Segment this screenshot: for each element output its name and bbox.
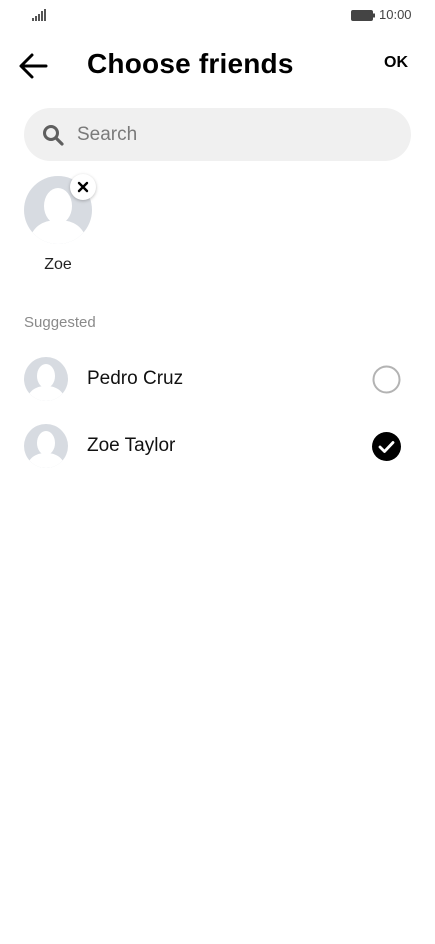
avatar [24,424,68,468]
battery-icon [351,10,375,21]
status-time: 10:00 [379,7,412,22]
search-input[interactable] [77,118,387,151]
friend-row-pedro-cruz[interactable]: Pedro Cruz [0,349,435,409]
ok-button[interactable]: OK [374,54,418,78]
status-bar: 10:00 [0,0,435,30]
signal-bars-icon [32,9,46,21]
section-label-suggested: Suggested [24,314,96,331]
friend-name: Pedro Cruz [87,368,184,389]
back-button[interactable] [14,50,54,82]
close-icon [77,181,89,193]
avatar [24,357,68,401]
search-bar[interactable] [24,108,411,161]
unchecked-radio-icon[interactable] [372,365,401,394]
checkmark-icon[interactable] [372,432,401,461]
selected-friend-name: Zoe [44,256,72,273]
page-title: Choose friends [87,48,294,79]
selected-friend-chip: Zoe [24,174,96,276]
search-icon [43,125,64,146]
arrow-left-icon [19,53,48,79]
header: Choose friends OK [0,38,435,94]
friend-name: Zoe Taylor [87,435,176,456]
remove-selected-button[interactable] [70,174,96,200]
friend-row-zoe-taylor[interactable]: Zoe Taylor [0,416,435,476]
